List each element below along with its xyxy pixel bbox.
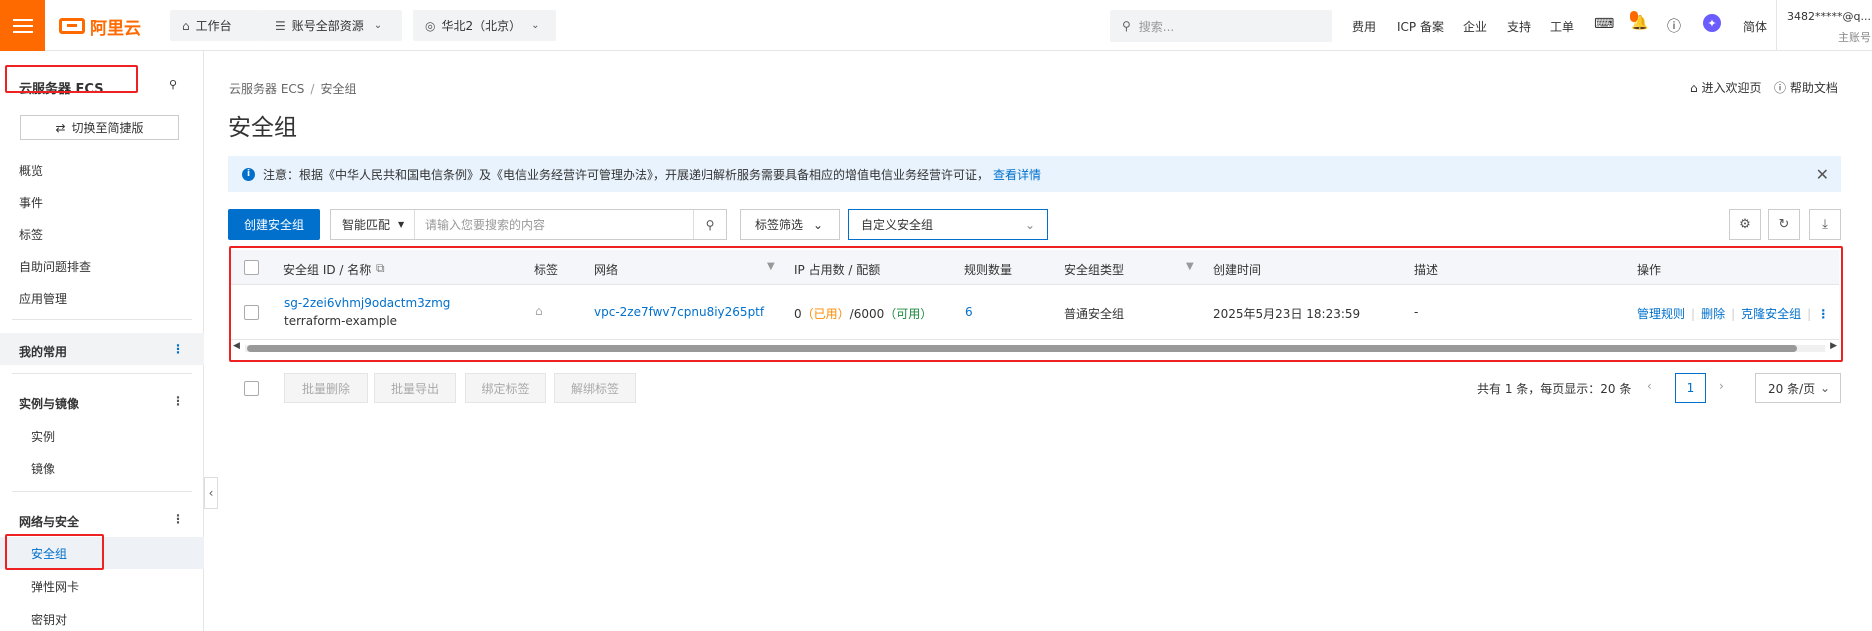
sidebar-item-instances[interactable]: 实例 — [31, 428, 55, 445]
settings-icon[interactable]: ⚙ — [1729, 209, 1761, 240]
page-title: 安全组 — [228, 115, 297, 141]
divider — [1776, 0, 1777, 51]
swap-icon: ⇄ — [55, 120, 66, 135]
billing-link[interactable]: 费用 — [1352, 18, 1376, 35]
bind-tags-button[interactable]: 绑定标签 — [465, 373, 546, 403]
page-number-button[interactable]: 1 — [1675, 373, 1706, 403]
pagination-summary: 共有 1 条，每页显示：20 条 — [1477, 382, 1632, 396]
refresh-icon[interactable]: ↻ — [1768, 209, 1800, 240]
welcome-link[interactable]: ⌂ 进入欢迎页 — [1690, 79, 1761, 96]
language-switch[interactable]: 简体 — [1743, 18, 1767, 35]
sidebar-item-keypairs[interactable]: 密钥对 — [31, 611, 67, 628]
ai-assistant-icon[interactable]: ✦ — [1703, 14, 1721, 32]
stack-icon: ☰ — [275, 18, 286, 33]
menu-icon[interactable] — [0, 0, 45, 51]
account-name: 3482*****@q... — [1787, 10, 1871, 23]
close-icon[interactable]: ✕ — [1816, 165, 1829, 184]
chevron-left-icon[interactable]: ‹ — [204, 477, 218, 509]
search-input[interactable]: 请输入您要搜索的内容 — [415, 216, 693, 233]
location-icon: ◎ — [425, 18, 436, 33]
tag-filter-dropdown[interactable]: 标签筛选 ⌄ — [740, 209, 840, 240]
chevron-down-icon: ⌄ — [813, 217, 824, 232]
more-icon[interactable]: ⋮ — [172, 342, 184, 356]
match-mode-select[interactable]: 智能匹配 ▼ — [331, 210, 415, 239]
notice-banner: i 注意：根据《中华人民共和国电信条例》及《电信业务经营许可管理办法》，开展递归… — [228, 156, 1841, 192]
page-size-select[interactable]: 20 条/页 ⌄ — [1755, 373, 1841, 403]
help-icon[interactable]: ⓘ — [1667, 16, 1681, 36]
workbench-button[interactable]: ⌂ 工作台 — [170, 10, 264, 41]
support-link[interactable]: 支持 — [1507, 18, 1531, 35]
account-resources-dropdown[interactable]: ☰ 账号全部资源 ⌄ — [263, 10, 402, 41]
search-icon: ⚲ — [1122, 19, 1131, 33]
sidebar-group-favorites[interactable]: 我的常用 — [19, 343, 67, 360]
icp-link[interactable]: ICP 备案 — [1397, 18, 1444, 35]
sidebar-item-tags[interactable]: 标签 — [19, 226, 43, 243]
divider — [12, 319, 192, 320]
sidebar-item-app-management[interactable]: 应用管理 — [19, 290, 67, 307]
home-icon: ⌂ — [1690, 81, 1702, 95]
highlight-box — [5, 534, 104, 570]
notice-details-link[interactable]: 查看详情 — [993, 166, 1041, 183]
prev-page-icon[interactable]: ‹ — [1647, 379, 1652, 393]
search-group: 智能匹配 ▼ 请输入您要搜索的内容 ⚲ — [330, 209, 727, 240]
unbind-tags-button[interactable]: 解绑标签 — [554, 373, 636, 403]
sidebar-item-eni[interactable]: 弹性网卡 — [31, 578, 79, 595]
ticket-link[interactable]: 工单 — [1550, 18, 1574, 35]
search-icon[interactable]: ⚲ — [169, 78, 177, 91]
chevron-down-icon: ⌄ — [373, 20, 383, 31]
divider — [12, 491, 192, 492]
breadcrumb: 云服务器 ECS / 安全组 — [229, 82, 357, 96]
top-navigation-bar: 阿里云 ⌂ 工作台 ☰ 账号全部资源 ⌄ ◎ 华北2（北京） ⌄ ⚲ 搜索... 费用 IC… — [0, 0, 1872, 51]
bulk-export-button[interactable]: 批量导出 — [374, 373, 456, 403]
download-icon[interactable]: ⤓ — [1809, 209, 1841, 240]
help-docs-link[interactable]: ⓘ 帮助文档 — [1774, 79, 1838, 96]
notice-text: 注意：根据《中华人民共和国电信条例》及《电信业务经营许可管理办法》，开展递归解析… — [263, 167, 990, 182]
create-security-group-button[interactable]: 创建安全组 — [228, 209, 320, 240]
switch-simple-version-button[interactable]: ⇄ 切换至简捷版 — [20, 115, 179, 140]
next-page-icon[interactable]: › — [1719, 379, 1724, 393]
sidebar-group-network-security[interactable]: 网络与安全 — [19, 513, 79, 530]
divider — [12, 373, 192, 374]
bulk-delete-button[interactable]: 批量删除 — [284, 373, 368, 403]
caret-down-icon: ▼ — [398, 220, 405, 229]
terminal-icon[interactable]: ⌨ — [1594, 16, 1614, 32]
custom-security-group-select[interactable]: 自定义安全组 ⌄ — [848, 209, 1048, 240]
region-dropdown[interactable]: ◎ 华北2（北京） ⌄ — [413, 10, 556, 41]
help-icon: ⓘ — [1774, 81, 1790, 95]
breadcrumb-current: 安全组 — [320, 82, 357, 96]
breadcrumb-ecs[interactable]: 云服务器 ECS — [229, 82, 304, 96]
home-icon: ⌂ — [182, 18, 190, 33]
more-icon[interactable]: ⋮ — [172, 394, 184, 408]
chevron-down-icon: ⌄ — [1024, 217, 1035, 232]
global-search-input[interactable]: ⚲ 搜索... — [1110, 10, 1332, 42]
enterprise-link[interactable]: 企业 — [1463, 18, 1487, 35]
sidebar-group-instances[interactable]: 实例与镜像 — [19, 395, 79, 412]
account-menu[interactable]: 3482*****@q... 主账号 — [1787, 10, 1871, 44]
sidebar-item-events[interactable]: 事件 — [19, 194, 43, 211]
chevron-down-icon: ⌄ — [531, 20, 540, 31]
sidebar-item-overview[interactable]: 概览 — [19, 162, 43, 179]
search-icon[interactable]: ⚲ — [693, 210, 726, 239]
notification-badge — [1630, 11, 1638, 22]
sidebar-item-troubleshoot[interactable]: 自助问题排查 — [19, 258, 91, 275]
chevron-down-icon: ⌄ — [1819, 381, 1830, 395]
more-icon[interactable]: ⋮ — [172, 512, 184, 526]
bulk-select-checkbox[interactable] — [244, 381, 259, 396]
highlight-box — [229, 246, 1843, 362]
aliyun-logo[interactable]: 阿里云 — [59, 12, 141, 40]
sidebar-item-images[interactable]: 镜像 — [31, 460, 55, 477]
info-icon: i — [242, 167, 255, 181]
account-type: 主账号 — [1837, 31, 1871, 44]
highlight-box — [5, 65, 138, 93]
